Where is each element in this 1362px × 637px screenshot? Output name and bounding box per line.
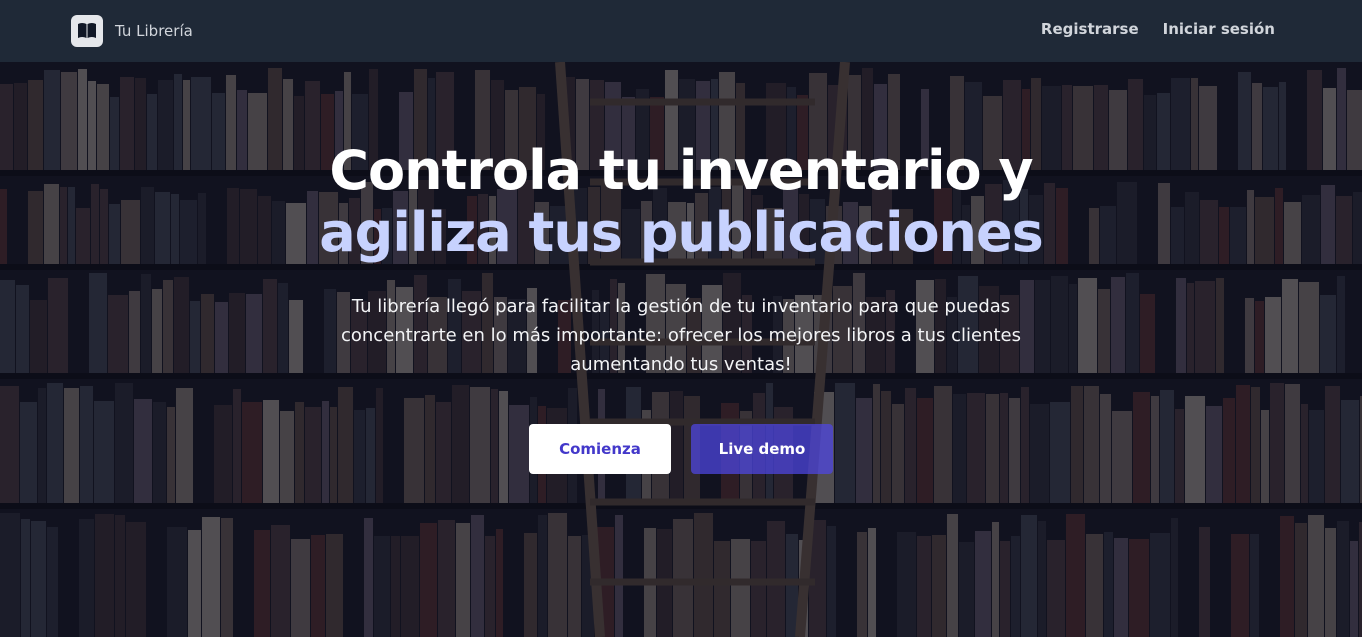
brand-name: Tu Librería bbox=[115, 22, 193, 40]
headline-line-2: agiliza tus publicaciones bbox=[319, 201, 1044, 264]
nav-links: Registrarse Iniciar sesión bbox=[1041, 20, 1275, 38]
navbar: Tu Librería Registrarse Iniciar sesión bbox=[0, 0, 1362, 62]
login-link[interactable]: Iniciar sesión bbox=[1163, 20, 1275, 38]
hero-section: Controla tu inventario y agiliza tus pub… bbox=[0, 62, 1362, 637]
get-started-button[interactable]: Comienza bbox=[529, 424, 671, 474]
book-icon bbox=[71, 15, 103, 47]
brand-link[interactable]: Tu Librería bbox=[71, 15, 193, 47]
live-demo-button[interactable]: Live demo bbox=[691, 424, 833, 474]
register-link[interactable]: Registrarse bbox=[1041, 20, 1139, 38]
hero-content: Controla tu inventario y agiliza tus pub… bbox=[0, 140, 1362, 474]
headline-line-1: Controla tu inventario y bbox=[329, 139, 1033, 202]
hero-subtitle: Tu librería llegó para facilitar la gest… bbox=[340, 296, 1022, 375]
hero-buttons: Comienza Live demo bbox=[0, 424, 1362, 474]
hero-headline: Controla tu inventario y agiliza tus pub… bbox=[0, 140, 1362, 264]
